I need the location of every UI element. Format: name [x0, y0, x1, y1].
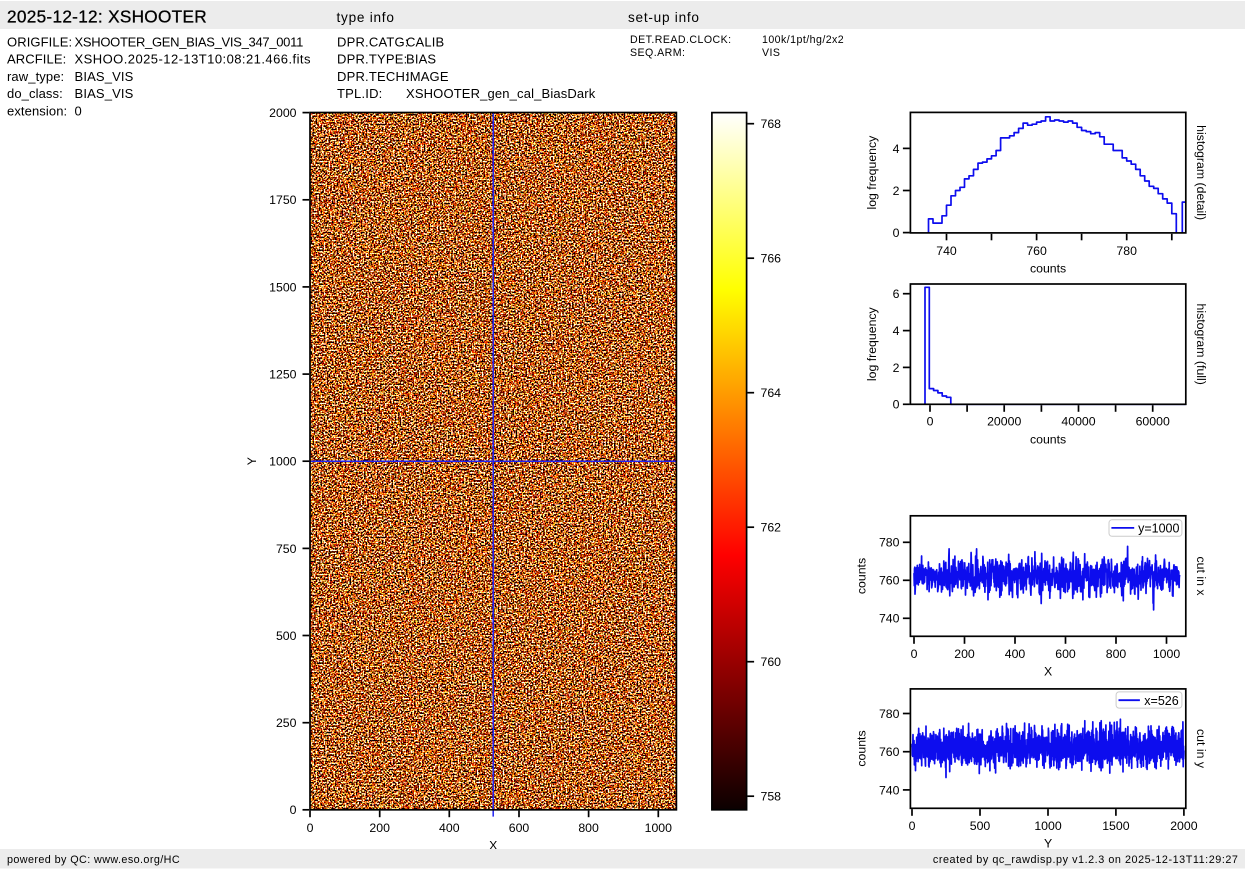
svg-text:ARCFILE:: ARCFILE:	[7, 52, 66, 67]
svg-text:762: 762	[761, 521, 782, 535]
svg-text:x=526: x=526	[1144, 694, 1178, 708]
svg-text:0: 0	[909, 819, 916, 833]
svg-text:766: 766	[761, 252, 782, 266]
svg-text:counts: counts	[854, 558, 868, 594]
svg-text:X: X	[1044, 665, 1052, 679]
svg-text:250: 250	[276, 716, 297, 730]
svg-text:600: 600	[1055, 647, 1076, 661]
svg-text:780: 780	[1116, 244, 1137, 258]
svg-text:BIAS: BIAS	[406, 52, 436, 67]
svg-text:CALIB: CALIB	[406, 34, 444, 49]
svg-text:764: 764	[761, 386, 782, 400]
svg-text:760: 760	[1026, 244, 1047, 258]
svg-text:4: 4	[893, 324, 900, 338]
svg-text:XSHOOTER_GEN_BIAS_VIS_347_0011: XSHOOTER_GEN_BIAS_VIS_347_0011	[75, 34, 304, 49]
svg-text:0: 0	[75, 103, 82, 118]
svg-text:IMAGE: IMAGE	[406, 69, 449, 84]
svg-text:powered by QC: www.eso.org/HC: powered by QC: www.eso.org/HC	[7, 854, 180, 866]
svg-text:200: 200	[954, 647, 975, 661]
svg-text:780: 780	[879, 707, 900, 721]
svg-text:DET.READ.CLOCK:: DET.READ.CLOCK:	[630, 34, 732, 46]
svg-text:2025-12-12: XSHOOTER: 2025-12-12: XSHOOTER	[7, 6, 207, 26]
svg-text:Y: Y	[245, 457, 259, 465]
svg-text:BIAS_VIS: BIAS_VIS	[75, 69, 134, 84]
svg-text:TPL.ID:: TPL.ID:	[337, 86, 382, 101]
svg-text:500: 500	[276, 629, 297, 643]
svg-text:extension:: extension:	[7, 103, 67, 118]
svg-text:2000: 2000	[1170, 819, 1198, 833]
svg-text:set-up info: set-up info	[628, 10, 700, 25]
svg-text:1000: 1000	[1034, 819, 1062, 833]
svg-text:0: 0	[911, 647, 918, 661]
svg-text:BIAS_VIS: BIAS_VIS	[75, 86, 134, 101]
svg-text:200: 200	[369, 821, 390, 835]
svg-text:0: 0	[307, 821, 314, 835]
svg-text:400: 400	[439, 821, 460, 835]
svg-text:0: 0	[290, 803, 297, 817]
svg-text:740: 740	[879, 783, 900, 797]
svg-text:1750: 1750	[269, 193, 297, 207]
svg-text:400: 400	[1005, 647, 1026, 661]
svg-text:DPR.TECH:: DPR.TECH:	[337, 69, 409, 84]
svg-text:1500: 1500	[269, 280, 297, 294]
svg-text:1250: 1250	[269, 368, 297, 382]
svg-text:740: 740	[879, 612, 900, 626]
svg-text:60000: 60000	[1136, 415, 1170, 429]
svg-text:2: 2	[893, 184, 900, 198]
svg-text:histogram (detail): histogram (detail)	[1194, 125, 1208, 220]
svg-text:XSHOO.2025-12-13T10:08:21.466.: XSHOO.2025-12-13T10:08:21.466.fits	[75, 52, 311, 67]
svg-text:histogram (full): histogram (full)	[1194, 304, 1208, 385]
svg-text:ORIGFILE:: ORIGFILE:	[7, 34, 72, 49]
svg-text:SEQ.ARM:: SEQ.ARM:	[630, 47, 685, 59]
svg-text:800: 800	[578, 821, 599, 835]
svg-text:raw_type:: raw_type:	[7, 69, 64, 84]
svg-text:1500: 1500	[1102, 819, 1130, 833]
svg-text:100k/1pt/hg/2x2: 100k/1pt/hg/2x2	[762, 34, 844, 46]
svg-text:4: 4	[893, 142, 900, 156]
svg-text:type info: type info	[337, 10, 395, 25]
svg-text:XSHOOTER_gen_cal_BiasDark: XSHOOTER_gen_cal_BiasDark	[406, 86, 596, 101]
svg-text:DPR.CATG:: DPR.CATG:	[337, 34, 409, 49]
svg-text:Y: Y	[1044, 837, 1052, 851]
svg-text:created by qc_rawdisp.py v1.2.: created by qc_rawdisp.py v1.2.3 on 2025-…	[933, 854, 1239, 866]
svg-text:counts: counts	[854, 730, 868, 766]
svg-text:768: 768	[761, 117, 782, 131]
svg-text:cut in y: cut in y	[1194, 729, 1208, 769]
svg-text:counts: counts	[1030, 262, 1066, 276]
svg-text:VIS: VIS	[762, 47, 780, 59]
svg-text:cut in x: cut in x	[1194, 557, 1208, 597]
svg-text:log frequency: log frequency	[865, 135, 879, 210]
svg-text:0: 0	[893, 398, 900, 412]
svg-text:y=1000: y=1000	[1138, 522, 1179, 536]
svg-text:do_class:: do_class:	[7, 86, 63, 101]
svg-text:740: 740	[936, 244, 957, 258]
svg-text:2000: 2000	[269, 106, 297, 120]
svg-text:20000: 20000	[987, 415, 1021, 429]
svg-text:1000: 1000	[645, 821, 673, 835]
svg-text:DPR.TYPE:: DPR.TYPE:	[337, 52, 407, 67]
svg-text:1000: 1000	[269, 455, 297, 469]
svg-text:40000: 40000	[1061, 415, 1095, 429]
svg-text:0: 0	[927, 415, 934, 429]
svg-text:800: 800	[1106, 647, 1127, 661]
svg-text:6: 6	[893, 287, 900, 301]
svg-text:600: 600	[509, 821, 530, 835]
svg-text:760: 760	[879, 745, 900, 759]
svg-text:0: 0	[893, 226, 900, 240]
svg-text:500: 500	[970, 819, 991, 833]
svg-text:780: 780	[879, 536, 900, 550]
svg-text:760: 760	[761, 655, 782, 669]
svg-text:1000: 1000	[1153, 647, 1181, 661]
svg-text:758: 758	[761, 790, 782, 804]
svg-text:750: 750	[276, 542, 297, 556]
svg-text:log frequency: log frequency	[865, 306, 879, 381]
svg-text:2: 2	[893, 361, 900, 375]
svg-text:counts: counts	[1030, 433, 1066, 447]
svg-text:760: 760	[879, 574, 900, 588]
